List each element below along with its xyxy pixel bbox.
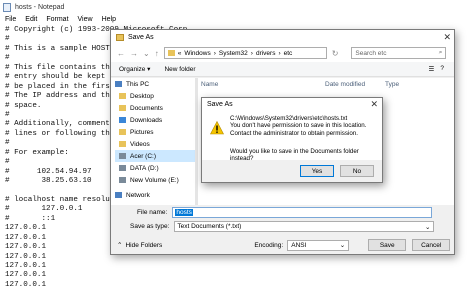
view-options-icon[interactable]: ☰	[429, 65, 435, 73]
menu-format[interactable]: Format	[46, 16, 68, 23]
menu-bar: File Edit Format View Help	[0, 14, 474, 25]
nav-item[interactable]: Videos	[115, 138, 195, 150]
menu-edit[interactable]: Edit	[25, 16, 37, 23]
nav-item[interactable]: Network	[115, 189, 195, 201]
drive-icon	[119, 165, 126, 171]
window-title: hosts - Notepad	[15, 3, 65, 11]
text-line: 127.0.0.1	[5, 280, 47, 289]
nav-item[interactable]: Desktop	[115, 90, 195, 102]
up-arrow-icon[interactable]: ↑	[155, 49, 159, 58]
nav-item-label: Network	[126, 191, 150, 199]
cancel-button[interactable]: Cancel	[412, 239, 451, 251]
address-bar[interactable]: « Windows › System32 › drivers › etc	[163, 47, 327, 59]
notepad-titlebar: hosts - Notepad	[0, 0, 474, 14]
file-list-header: Name Date modified Type	[197, 78, 454, 90]
alert-titlebar: Save As	[202, 98, 382, 111]
close-icon[interactable]: ✕	[443, 32, 451, 43]
nav-item-label: This PC	[126, 80, 150, 88]
drive-icon	[119, 177, 126, 183]
chevron-down-icon: ⌄	[339, 242, 346, 249]
text-line: 127.0.0.1	[5, 261, 47, 270]
chevron-down-icon: ⌄	[424, 223, 431, 231]
alert-body: C:\Windows\System32\drivers\etc\hosts.tx…	[202, 111, 382, 162]
drive-icon	[119, 153, 126, 159]
refresh-icon[interactable]: ↻	[332, 49, 339, 58]
organize-button[interactable]: Organize ▾	[119, 65, 150, 73]
nav-item-label: New Volume (E:)	[130, 176, 179, 184]
back-arrow-icon[interactable]: ←	[117, 49, 125, 58]
chevron-down-icon[interactable]: ⌄	[143, 49, 150, 58]
no-button[interactable]: No	[340, 165, 374, 177]
nav-item[interactable]: Pictures	[115, 126, 195, 138]
forward-arrow-icon[interactable]: →	[130, 49, 138, 58]
close-icon[interactable]: ✕	[370, 99, 378, 110]
hide-folders-toggle[interactable]: ⌃ Hide Folders	[117, 241, 162, 250]
navigation-pane: This PC Desktop Documents Downloads Pictures…	[115, 78, 195, 205]
yes-button[interactable]: Yes	[300, 165, 334, 177]
folder-icon	[119, 129, 126, 135]
network-icon	[115, 192, 122, 198]
alert-title: Save As	[207, 101, 233, 108]
help-icon[interactable]: ?	[440, 65, 444, 73]
file-name-label: File name:	[137, 209, 168, 216]
address-bar-row: ← → ⌄ ↑ « Windows › System32 › drivers ›…	[111, 44, 454, 62]
column-name[interactable]: Name	[197, 81, 325, 88]
nav-item[interactable]: Documents	[115, 102, 195, 114]
save-type-select[interactable]: Text Documents (*.txt) ⌄	[174, 221, 435, 232]
breadcrumb-drivers[interactable]: drivers	[256, 50, 276, 57]
computer-icon	[115, 81, 122, 87]
alert-buttons: Yes No	[202, 160, 382, 182]
nav-item[interactable]: Downloads	[115, 114, 195, 126]
search-icon: ⌕	[438, 49, 443, 56]
menu-view[interactable]: View	[78, 16, 93, 23]
menu-file[interactable]: File	[5, 16, 16, 23]
breadcrumb-etc[interactable]: etc	[284, 50, 293, 57]
folder-icon	[167, 50, 175, 56]
save-type-label: Save as type:	[130, 223, 170, 230]
folder-icon	[116, 33, 124, 41]
folder-icon	[119, 105, 126, 111]
nav-item-label: Videos	[130, 140, 150, 148]
breadcrumb-system32[interactable]: System32	[219, 50, 248, 57]
column-date-modified[interactable]: Date modified	[325, 81, 385, 88]
nav-item[interactable]: DATA (D:)	[115, 162, 195, 174]
nav-item[interactable]: Acer (C:)	[115, 150, 195, 162]
permission-alert-dialog: Save As ✕ C:\Windows\System32\drivers\et…	[201, 97, 383, 183]
encoding-label: Encoding:	[254, 241, 284, 249]
breadcrumb-windows[interactable]: Windows	[184, 50, 210, 57]
nav-item-label: Acer (C:)	[130, 152, 156, 160]
save-controls: File name: hosts Save as type: Text Docu…	[111, 205, 454, 255]
text-line: 127.0.0.1	[5, 271, 47, 280]
chevron-up-icon: ⌃	[117, 242, 123, 249]
alert-message: C:\Windows\System32\drivers\etc\hosts.tx…	[230, 115, 367, 137]
nav-item-label: Downloads	[130, 116, 163, 124]
save-as-title: Save As	[128, 33, 154, 41]
save-button[interactable]: Save	[368, 239, 407, 251]
notepad-icon	[3, 2, 11, 12]
menu-help[interactable]: Help	[102, 16, 116, 23]
new-folder-button[interactable]: New folder	[164, 66, 195, 73]
search-input[interactable]: Search etc ⌕	[351, 47, 447, 59]
dialog-toolbar: Organize ▾ New folder ☰ ?	[111, 62, 454, 77]
column-type[interactable]: Type	[385, 81, 425, 88]
nav-item[interactable]: This PC	[115, 78, 195, 90]
nav-item[interactable]: New Volume (E:)	[115, 174, 195, 186]
nav-item-label: Documents	[130, 104, 163, 112]
save-as-titlebar: Save As	[111, 30, 454, 44]
nav-item-label: Pictures	[130, 128, 154, 136]
warning-icon	[210, 121, 224, 135]
folder-icon	[119, 141, 126, 147]
nav-item-label: DATA (D:)	[130, 164, 159, 172]
file-name-input[interactable]: hosts	[172, 207, 433, 218]
folder-icon	[119, 93, 126, 99]
download-icon	[119, 117, 126, 123]
encoding-select[interactable]: ANSI ⌄	[287, 239, 350, 251]
nav-item-label: Desktop	[130, 92, 154, 100]
